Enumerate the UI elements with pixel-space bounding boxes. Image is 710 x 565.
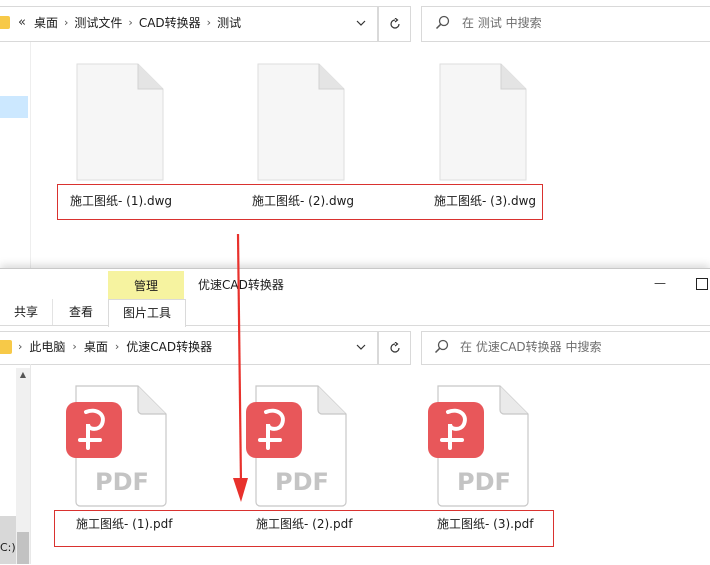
file-name[interactable]: 施工图纸- (3).dwg	[434, 192, 536, 209]
breadcrumb-item-desktop[interactable]: 桌面	[84, 331, 108, 363]
file-name[interactable]: 施工图纸- (2).pdf	[256, 515, 352, 532]
breadcrumb-item-cad-converter[interactable]: 优速CAD转换器	[126, 331, 212, 363]
search-placeholder[interactable]: 在 测试 中搜索	[462, 6, 542, 40]
refresh-button[interactable]	[378, 331, 411, 365]
chevron-right-icon[interactable]: ›	[207, 6, 211, 40]
conversion-arrow-icon	[233, 233, 248, 502]
pdf-badge-text: PDF	[275, 468, 329, 496]
refresh-icon	[389, 342, 400, 353]
breadcrumb-item-cad-converter[interactable]: CAD转换器	[139, 6, 201, 40]
maximize-button[interactable]	[696, 278, 708, 290]
navigation-pane[interactable]	[0, 42, 31, 268]
file-name[interactable]: 施工图纸- (2).dwg	[252, 192, 354, 209]
search-icon	[435, 15, 450, 30]
minimize-button[interactable]: —	[650, 276, 670, 292]
address-history-button[interactable]	[345, 6, 377, 40]
tab-manage-context[interactable]: 管理	[108, 271, 184, 299]
refresh-icon	[389, 18, 400, 29]
address-history-button[interactable]	[345, 331, 377, 363]
dwg-file-icon[interactable]	[75, 62, 165, 182]
pdf-badge-text: PDF	[95, 468, 149, 496]
breadcrumb: › 此电脑 › 桌面 › 优速CAD转换器	[18, 331, 212, 363]
navigation-pane-selected-item[interactable]	[0, 516, 16, 564]
file-name[interactable]: 施工图纸- (1).dwg	[70, 192, 172, 209]
scrollbar-thumb[interactable]	[17, 532, 29, 564]
breadcrumb-item-desktop[interactable]: 桌面	[34, 6, 58, 40]
breadcrumb-item-test[interactable]: 测试	[217, 6, 241, 40]
pdf-file-icon[interactable]: PDF	[246, 384, 350, 508]
pdf-badge-text: PDF	[457, 468, 511, 496]
chevron-right-icon[interactable]: ›	[128, 6, 132, 40]
nav-item-drive-c[interactable]: C:)	[0, 541, 16, 554]
file-name[interactable]: 施工图纸- (1).pdf	[76, 515, 172, 532]
refresh-button[interactable]	[378, 6, 411, 42]
navigation-pane-selected-item[interactable]	[0, 96, 28, 118]
chevron-down-icon	[356, 344, 366, 350]
chevron-right-icon[interactable]: ›	[64, 6, 68, 40]
scroll-up-icon[interactable]: ▲	[16, 368, 30, 382]
file-name[interactable]: 施工图纸- (3).pdf	[437, 515, 533, 532]
folder-icon	[0, 340, 12, 354]
tab-share[interactable]: 共享	[0, 299, 52, 325]
chevron-right-icon[interactable]: ›	[18, 331, 22, 363]
tab-picture-tools[interactable]: 图片工具	[108, 299, 186, 327]
search-placeholder[interactable]: 在 优速CAD转换器 中搜索	[460, 331, 601, 363]
breadcrumb: « 桌面 › 测试文件 › CAD转换器 › 测试	[18, 6, 241, 40]
chevron-down-icon	[356, 20, 366, 26]
pdf-file-icon[interactable]: PDF	[428, 384, 532, 508]
dwg-file-icon[interactable]	[438, 62, 528, 182]
chevron-right-icon[interactable]: ›	[115, 331, 119, 363]
tab-view[interactable]: 查看	[52, 299, 110, 325]
chevron-right-icon[interactable]: ›	[72, 331, 76, 363]
folder-icon	[0, 16, 10, 29]
pdf-file-icon[interactable]: PDF	[66, 384, 170, 508]
search-icon	[434, 339, 449, 354]
breadcrumb-overflow-icon[interactable]: «	[18, 6, 26, 40]
dwg-file-icon[interactable]	[256, 62, 346, 182]
breadcrumb-item-this-pc[interactable]: 此电脑	[29, 331, 65, 363]
breadcrumb-item-test-files[interactable]: 测试文件	[74, 6, 122, 40]
